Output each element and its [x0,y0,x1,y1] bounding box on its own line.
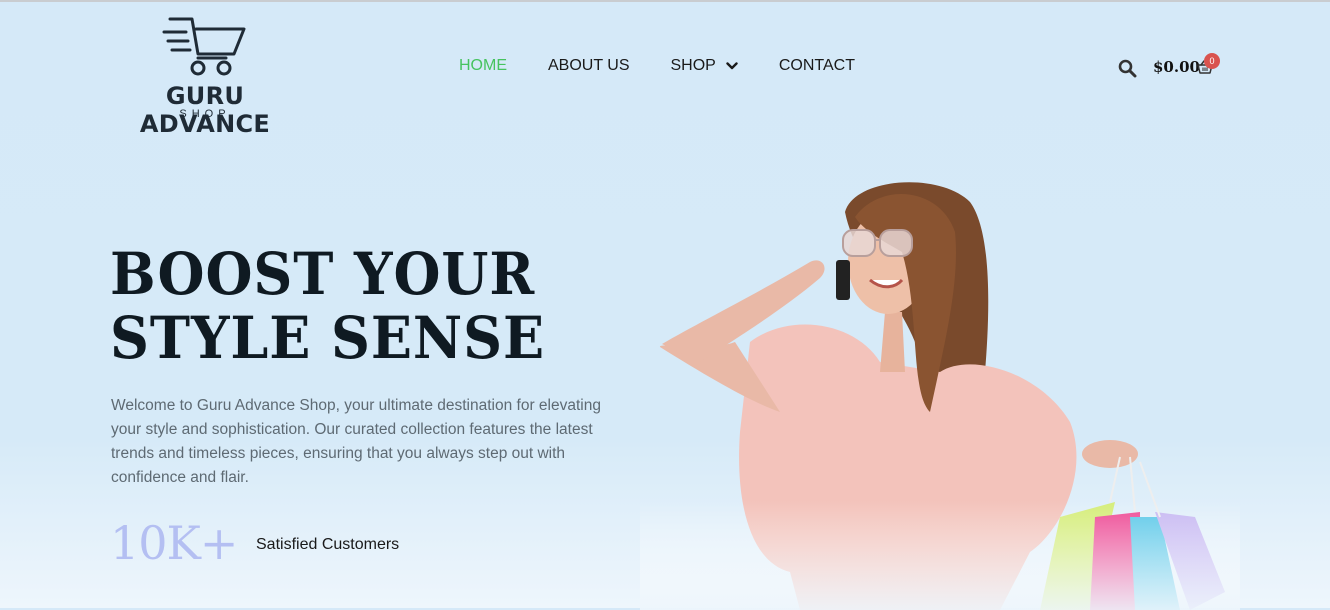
cart-total[interactable]: $0.00 [1153,58,1200,76]
main-nav: HOME ABOUT US SHOP CONTACT [459,57,896,75]
logo-subtitle: SHOP [179,108,231,120]
cart-logo-icon [162,17,246,76]
hero-model-image [640,172,1240,610]
stat-value: 10K+ [110,516,238,570]
hero-title-line-1: BOOST YOUR [110,240,536,308]
hero-description: Welcome to Guru Advance Shop, your ultim… [111,397,601,486]
search-icon[interactable] [1118,59,1137,78]
chevron-down-icon [726,62,738,70]
cart-count-badge: 0 [1204,53,1220,69]
nav-home[interactable]: HOME [459,57,507,75]
logo[interactable]: GURU ADVANCE SHOP [100,14,310,138]
stat-label: Satisfied Customers [256,536,400,553]
hero-title: BOOST YOUR STYLE SENSE [110,242,545,370]
nav-shop[interactable]: SHOP [671,57,738,75]
hero-title-line-2: STYLE SENSE [110,304,546,372]
nav-contact[interactable]: CONTACT [779,57,855,75]
nav-about-us[interactable]: ABOUT US [548,57,630,75]
